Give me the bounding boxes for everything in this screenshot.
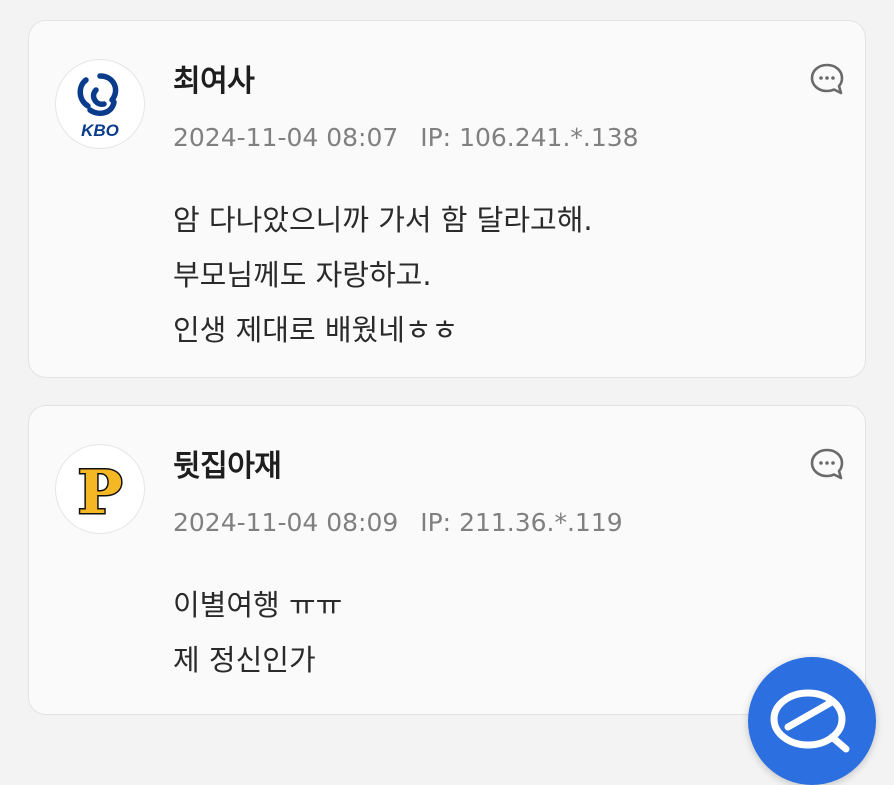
comment-meta: 2024-11-04 08:07 IP: 106.241.*.138 [173, 125, 639, 150]
comment-ip: 211.36.*.119 [459, 508, 623, 537]
kbo-logo-icon[interactable]: KBO [55, 59, 145, 149]
comment-username[interactable]: 뒷집아재 [173, 452, 282, 482]
kbo-logo-text: KBO [81, 121, 119, 140]
comment-username[interactable]: 최여사 [173, 67, 255, 97]
comment-card: KBO 최여사 2024-11-04 08:07 IP: 106.241.*.1… [28, 20, 866, 378]
comment-line: 암 다나았으니까 가서 함 달라고해. [173, 203, 593, 237]
comment-card: P 뒷집아재 2024-11-04 08:09 IP: 211.36.*.119… [28, 405, 866, 715]
comment-body: 이별여행 ㅠㅠ 제 정신인가 [173, 578, 342, 688]
comment-date: 2024-11-04 08:09 [173, 508, 399, 537]
ip-label: IP: [420, 508, 452, 537]
comment-line: 제 정신인가 [173, 643, 316, 677]
comment-line: 이별여행 ㅠㅠ [173, 588, 343, 622]
comment-bubble-icon[interactable] [809, 61, 845, 97]
pirates-p-logo-icon[interactable]: P [55, 444, 145, 534]
comment-line: 부모님께도 자랑하고. [173, 258, 432, 292]
ip-label: IP: [420, 123, 452, 152]
write-comment-button[interactable] [748, 657, 876, 785]
comment-date: 2024-11-04 08:07 [173, 123, 399, 152]
write-comment-icon [770, 689, 850, 753]
comment-line: 인생 제대로 배웠네ㅎㅎ [173, 313, 459, 347]
comment-bubble-icon[interactable] [809, 446, 845, 482]
pirates-logo-text: P [77, 458, 122, 528]
comment-meta: 2024-11-04 08:09 IP: 211.36.*.119 [173, 510, 623, 535]
comment-ip: 106.241.*.138 [459, 123, 639, 152]
comment-body: 암 다나았으니까 가서 함 달라고해. 부모님께도 자랑하고. 인생 제대로 배… [173, 193, 593, 358]
